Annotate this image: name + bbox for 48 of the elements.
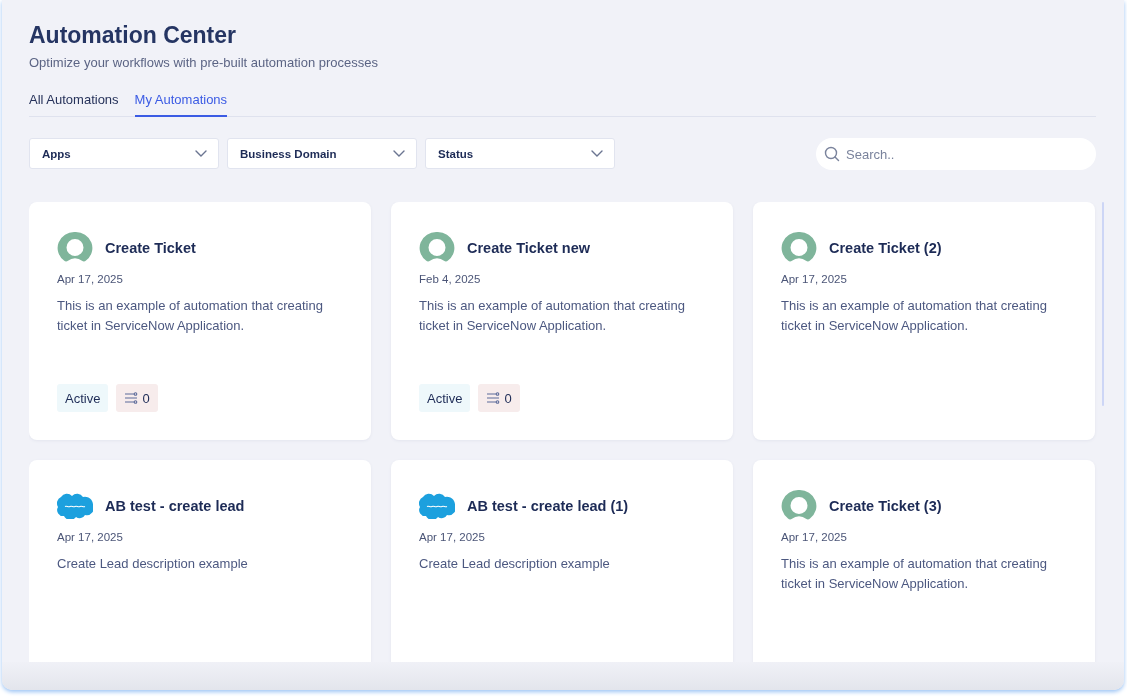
automation-card[interactable]: Create Ticket Apr 17, 2025 This is an example of automation that creating ticket in ServiceNow Application. Active 0 — [29, 202, 371, 440]
flow-icon — [486, 392, 501, 404]
app-logo-icon — [781, 490, 817, 522]
card-title: Create Ticket — [105, 240, 196, 256]
card-date: Apr 17, 2025 — [781, 273, 848, 285]
card-title: AB test - create lead — [105, 498, 245, 514]
automation-card[interactable]: Create Ticket new Feb 4, 2025 This is an example of automation that creating ticket in ServiceNow Application. Active 0 — [391, 202, 733, 440]
dropdown[interactable]: Apps — [29, 138, 219, 169]
card-description: Create Lead description example — [57, 555, 249, 573]
chevron-down-icon — [591, 150, 603, 157]
cloud-logo-icon — [57, 493, 93, 519]
chevron-down-icon — [195, 150, 207, 157]
tab[interactable]: My Automations — [134, 84, 228, 117]
card-description: Create Lead description example — [419, 555, 611, 573]
app-logo-icon — [57, 232, 93, 264]
page-subtitle: Optimize your workflows with pre-built automation processes — [29, 55, 379, 70]
card-description: This is an example of automation that creating ticket in ServiceNow Application. — [419, 297, 686, 335]
chevron-down-icon — [393, 150, 405, 157]
count-badge: 0 — [478, 384, 520, 412]
dropdown[interactable]: Status — [425, 138, 615, 169]
status-badge: Active — [419, 384, 471, 412]
card-description: This is an example of automation that creating ticket in ServiceNow Application. — [781, 555, 1048, 593]
tab[interactable]: All Automations — [29, 84, 119, 117]
card-title: Create Ticket (3) — [829, 498, 942, 514]
card-date: Apr 17, 2025 — [57, 273, 124, 285]
status-badge: Active — [57, 384, 109, 412]
dropdown[interactable]: Business Domain — [227, 138, 417, 169]
card-date: Feb 4, 2025 — [419, 273, 482, 285]
automation-card[interactable]: AB test - create lead (1) Apr 17, 2025 Create Lead description example — [391, 460, 733, 662]
card-title: Create Ticket new — [467, 240, 591, 256]
card-date: Apr 17, 2025 — [419, 531, 486, 543]
cloud-logo-icon — [419, 493, 455, 519]
card-date: Apr 17, 2025 — [781, 531, 848, 543]
automation-card[interactable]: Create Ticket (2) Apr 17, 2025 This is an example of automation that creating ticket in ServiceNow Application. — [753, 202, 1095, 440]
count-badge: 0 — [116, 384, 158, 412]
search-field[interactable]: Search.. — [816, 138, 1096, 170]
app-logo-icon — [781, 232, 817, 264]
page-title: Automation Center — [29, 21, 237, 50]
card-description: This is an example of automation that creating ticket in ServiceNow Application. — [57, 297, 324, 335]
app-logo-icon — [419, 232, 455, 264]
card-title: AB test - create lead (1) — [467, 498, 629, 514]
flow-icon — [124, 392, 139, 404]
card-date: Apr 17, 2025 — [57, 531, 124, 543]
scrollbar[interactable] — [1102, 202, 1104, 406]
automation-card[interactable]: Create Ticket (3) Apr 17, 2025 This is an example of automation that creating ticket in ServiceNow Application. — [753, 460, 1095, 662]
automation-card[interactable]: AB test - create lead Apr 17, 2025 Create Lead description example — [29, 460, 371, 662]
card-title: Create Ticket (2) — [829, 240, 942, 256]
card-description: This is an example of automation that creating ticket in ServiceNow Application. — [781, 297, 1048, 335]
